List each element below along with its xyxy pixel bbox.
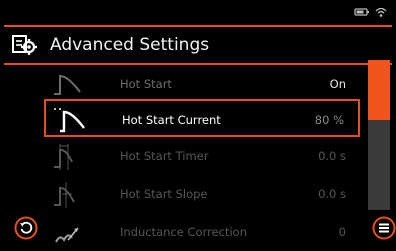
setting-row-hot-start[interactable]: Hot Start On [44,65,360,103]
setting-label: Hot Start [120,77,172,91]
scrollbar[interactable] [368,60,390,210]
setting-label: Hot Start Timer [120,149,209,163]
setting-value: 0 [338,225,346,239]
setting-label: Inductance Correction [120,225,247,239]
setting-row-hot-start-timer[interactable]: Hot Start Timer 0.0 s [44,137,360,175]
setting-row-hot-start-current[interactable]: Hot Start Current 80 % [44,99,360,137]
setting-label: Hot Start Slope [120,187,208,201]
setting-label: Hot Start Current [122,113,221,127]
hot-start-slope-icon [54,182,75,208]
setting-value: 80 % [314,113,344,127]
wifi-icon [375,7,387,17]
scrollbar-thumb[interactable] [368,60,390,120]
setting-value: 0.0 s [318,149,346,163]
setting-value: 0.0 s [318,187,346,201]
inductance-correction-icon [55,227,79,243]
page-title: Advanced Settings [50,35,210,55]
header: Advanced Settings [0,27,396,63]
setting-row-hot-start-slope[interactable]: Hot Start Slope 0.0 s [44,175,360,213]
hot-start-timer-icon [54,144,73,170]
settings-gear-icon [12,35,37,55]
status-bar [0,0,396,22]
hot-start-icon [54,74,81,95]
menu-icon[interactable] [372,216,396,240]
settings-list: Hot Start On Hot Start Current 80 % Hot … [0,65,364,243]
setting-value: On [329,77,346,91]
setting-row-inductance-correction[interactable]: Inductance Correction 0 [44,213,360,251]
battery-icon [354,8,369,16]
back-icon[interactable] [14,216,38,240]
status-icons [354,7,387,17]
hot-start-current-icon [54,108,85,133]
